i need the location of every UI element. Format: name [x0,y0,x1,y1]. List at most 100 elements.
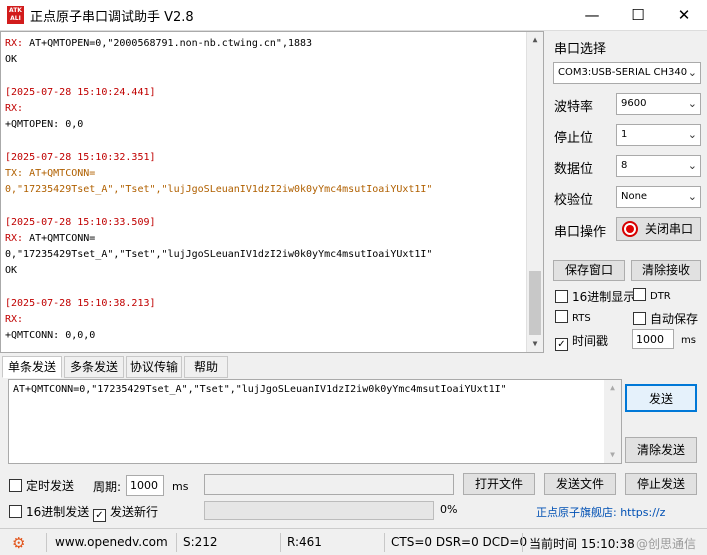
period-label: 周期: [93,480,122,494]
clear-send-button[interactable]: 清除发送 [625,437,697,463]
send-file-button[interactable]: 发送文件 [544,473,616,495]
checkmark-icon: ✓ [555,338,568,351]
chevron-down-icon: ⌄ [687,66,697,79]
stopbits-select[interactable]: 1 ⌄ [616,124,701,146]
timestamp-unit: ms [681,335,696,346]
close-port-label: 关闭串口 [645,222,694,236]
send-button[interactable]: 发送 [625,384,697,412]
chevron-down-icon: ⌄ [687,159,697,172]
open-file-button[interactable]: 打开文件 [463,473,535,495]
website-link[interactable]: www.openedv.com [55,535,168,549]
hex-display-checkbox[interactable]: 16进制显示 [555,288,635,305]
hex-send-label: 16进制发送 [26,505,90,519]
tab-multi-send[interactable]: 多条发送 [64,356,124,378]
minimize-button[interactable]: — [569,0,615,31]
port-select-value: COM3:USB-SERIAL CH340 [558,67,688,78]
chevron-down-icon: ⌄ [687,97,697,110]
settings-gear-icon[interactable]: ⚙ [12,534,25,552]
rts-checkbox[interactable]: RTS [555,310,591,324]
timestamp-checkbox[interactable]: ✓ 时间戳 [555,332,608,351]
checkbox-icon [9,505,22,518]
send-text: AT+QMTCONN=0,"17235429Tset_A","Tset","lu… [13,384,507,395]
scroll-down-icon[interactable]: ▼ [527,336,543,352]
log-line: [2025-07-28 15:10:33.509] [5,217,156,228]
tab-single-send[interactable]: 单条发送 [2,356,62,378]
tab-help[interactable]: 帮助 [184,356,228,378]
log-blank-line [5,279,525,296]
receive-log: RX: AT+QMTOPEN=0,"2000568791.non-nb.ctwi… [5,36,525,344]
period-input[interactable]: 1000 [126,475,164,496]
log-line: RX: [5,314,24,325]
auto-save-checkbox[interactable]: 自动保存 [633,310,698,327]
log-line: 0,"17235429Tset_A","Tset","lujJgoSLeuanI… [5,184,433,195]
newline-checkbox[interactable]: ✓ 发送新行 [93,503,158,522]
window-title: 正点原子串口调试助手 V2.8 [30,10,194,25]
progress-percent: 0% [440,503,458,516]
receive-terminal[interactable]: RX: AT+QMTOPEN=0,"2000568791.non-nb.ctwi… [0,31,544,353]
checkbox-icon [633,288,646,301]
databits-select[interactable]: 8 ⌄ [616,155,701,177]
log-line: TX: AT+QMTCONN= [5,168,96,179]
baud-select[interactable]: 9600 ⌄ [616,93,701,115]
store-link[interactable]: 正点原子旗舰店: https://z [536,504,700,520]
status-bar: ⚙ www.openedv.com S:212 R:461 CTS=0 DSR=… [0,528,707,555]
chevron-down-icon: ⌄ [687,128,697,141]
close-port-button[interactable]: 关闭串口 [616,217,701,241]
log-blank-line [5,68,525,85]
chevron-down-icon: ⌄ [687,190,697,203]
save-window-button[interactable]: 保存窗口 [553,260,625,281]
port-select-label: 串口选择 [554,42,607,57]
scroll-thumb[interactable] [529,271,541,335]
app-logo: ATK ALI [7,6,24,24]
file-path-field[interactable] [204,474,454,495]
newline-label: 发送新行 [110,505,159,519]
parity-select[interactable]: None ⌄ [616,186,701,208]
parity-label: 校验位 [554,193,594,208]
rts-label: RTS [572,313,591,324]
checkbox-icon [555,290,568,303]
databits-label: 数据位 [554,162,594,177]
log-line: +QMTCONN: 0,0,0 [5,330,96,341]
checkmark-icon: ✓ [93,509,106,522]
send-progress-bar [204,501,434,520]
log-line: RX: AT+QMTOPEN=0,"2000568791.non-nb.ctwi… [5,38,313,49]
receive-scrollbar[interactable]: ▲ ▼ [526,32,543,352]
send-textarea[interactable]: AT+QMTCONN=0,"17235429Tset_A","Tset","lu… [8,379,622,464]
received-count: R:461 [287,535,322,549]
checkbox-icon [9,479,22,492]
line-status: CTS=0 DSR=0 DCD=0 [391,535,528,549]
timed-send-label: 定时发送 [26,479,75,493]
checkbox-icon [633,312,646,325]
scroll-up-icon[interactable]: ▲ [527,32,543,48]
clear-receive-button[interactable]: 清除接收 [631,260,701,281]
databits-value: 8 [621,160,628,171]
hex-send-checkbox[interactable]: 16进制发送 [9,503,89,520]
watermark: @创思通信 [636,537,697,551]
scroll-down-icon[interactable]: ▼ [604,447,621,463]
log-line: [2025-07-28 15:10:38.213] [5,298,156,309]
stopbits-value: 1 [621,129,628,140]
log-line: [2025-07-28 15:10:32.351] [5,152,156,163]
send-scrollbar[interactable]: ▲ ▼ [604,380,621,463]
checkbox-icon [555,310,568,323]
title-bar: ATK ALI 正点原子串口调试助手 V2.8 — ☐ ✕ [0,0,707,31]
dtr-checkbox[interactable]: DTR [633,288,671,302]
maximize-button[interactable]: ☐ [615,0,661,31]
operation-label: 串口操作 [554,225,607,240]
port-status-icon [622,221,638,237]
stop-send-button[interactable]: 停止发送 [625,473,697,495]
tab-protocol[interactable]: 协议传输 [126,356,182,378]
timestamp-label: 时间戳 [572,334,609,348]
timestamp-interval-input[interactable]: 1000 [632,329,674,349]
port-select[interactable]: COM3:USB-SERIAL CH340 ⌄ [553,62,701,84]
close-button[interactable]: ✕ [661,0,707,31]
parity-value: None [621,191,648,202]
current-time: 当前时间 15:10:38 [529,537,634,551]
timed-send-checkbox[interactable]: 定时发送 [9,477,74,494]
period-unit: ms [172,480,189,493]
log-line: RX: AT+QMTCONN= [5,233,96,244]
log-line: [2025-07-28 15:10:24.441] [5,87,156,98]
log-line: RX: [5,103,24,114]
scroll-up-icon[interactable]: ▲ [604,380,621,396]
log-line: 0,"17235429Tset_A","Tset","lujJgoSLeuanI… [5,249,433,260]
